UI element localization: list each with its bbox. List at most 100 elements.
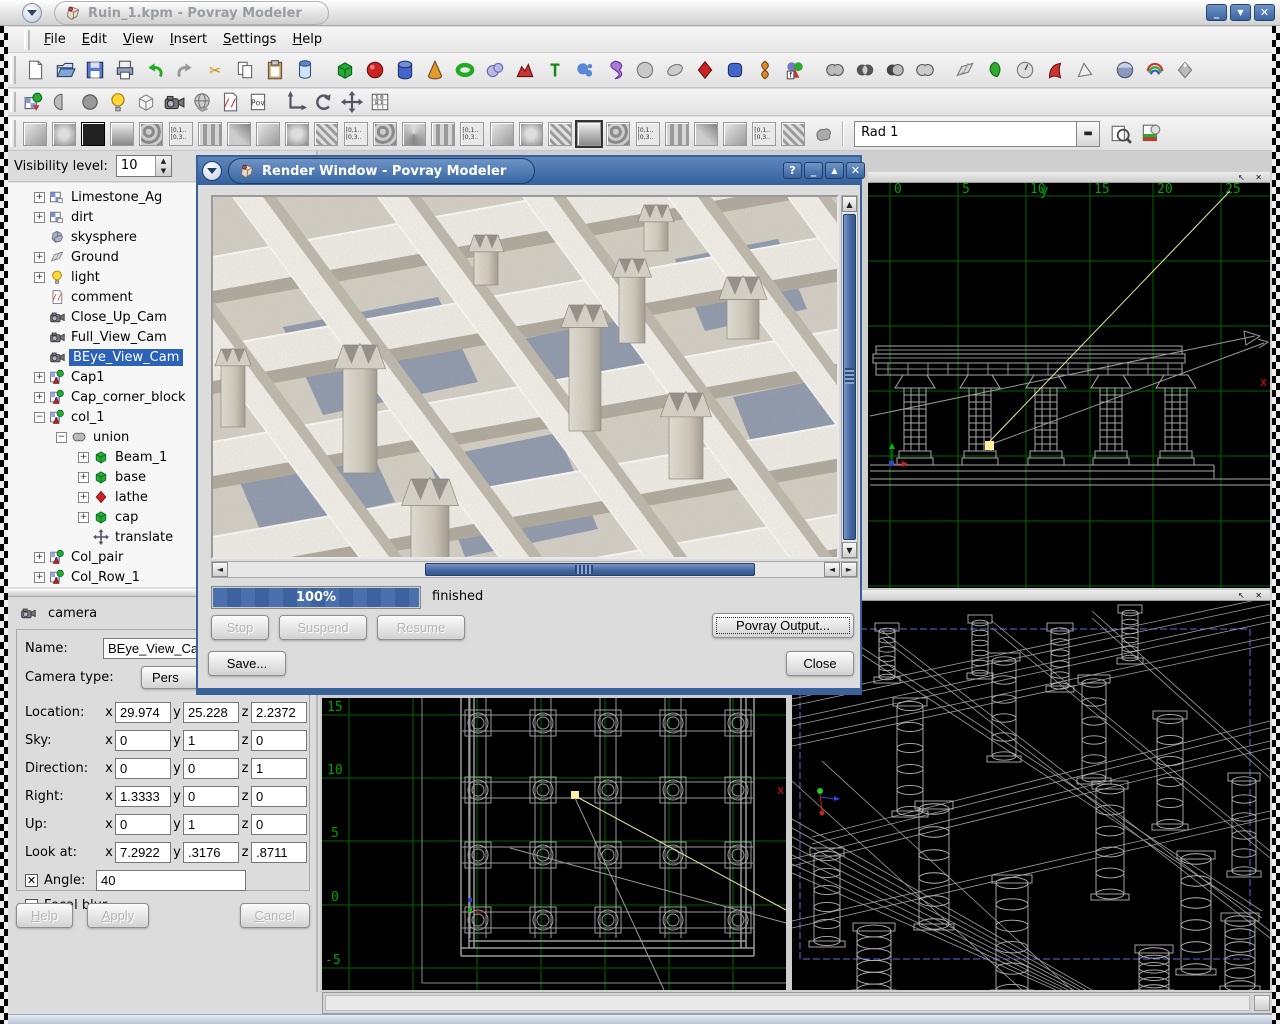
- tree-expander[interactable]: +: [34, 552, 45, 563]
- suspend-button[interactable]: Suspend: [279, 615, 367, 640]
- cone-icon[interactable]: [422, 57, 448, 83]
- Up:x-field[interactable]: [115, 814, 171, 835]
- texture-pattern-25-icon[interactable]: [723, 122, 747, 146]
- tree-expander[interactable]: +: [78, 452, 89, 463]
- spin-arrows[interactable]: ▲▼: [155, 156, 171, 176]
- stop-button[interactable]: Stop: [211, 615, 269, 640]
- render-preview-icon[interactable]: [1108, 121, 1134, 147]
- menu-edit[interactable]: Edit: [74, 29, 115, 50]
- angle-field[interactable]: [96, 870, 246, 891]
- interior-icon[interactable]: [50, 90, 74, 114]
- open-document-icon[interactable]: [52, 57, 78, 83]
- texture-pattern-10-icon[interactable]: [285, 122, 309, 146]
- menu-file[interactable]: File: [36, 29, 74, 50]
- save-button[interactable]: Save...: [208, 651, 286, 676]
- radiosity-combo[interactable]: Rad 1 ▬▼: [854, 121, 1100, 147]
- disc-icon[interactable]: [662, 57, 688, 83]
- tree-expander[interactable]: +: [34, 572, 45, 583]
- texture-pattern-9-icon[interactable]: [256, 122, 280, 146]
- rendered-image[interactable]: [211, 195, 839, 559]
- texture-pattern-5-icon[interactable]: [139, 122, 163, 146]
- superellipsoid-icon[interactable]: [722, 57, 748, 83]
- Direction:z-field[interactable]: [251, 758, 307, 779]
- cancel-button[interactable]: Cancel: [240, 903, 310, 928]
- image-vertical-scrollbar[interactable]: ▲ ▼: [841, 195, 858, 559]
- tree-expander[interactable]: +: [78, 492, 89, 503]
- menu-settings[interactable]: Settings: [215, 29, 284, 50]
- dialog-shade-button[interactable]: ▲: [825, 162, 844, 179]
- save-document-icon[interactable]: [82, 57, 108, 83]
- texture-pattern-19-icon[interactable]: [548, 122, 572, 146]
- views-horizontal-scrollbar[interactable]: [322, 992, 1272, 1014]
- undo-icon[interactable]: [142, 57, 168, 83]
- Up:z-field[interactable]: [251, 814, 307, 835]
- tree-expander[interactable]: +: [34, 392, 45, 403]
- help-button[interactable]: Help: [16, 903, 73, 928]
- visibility-spinbox[interactable]: 10 ▲▼: [116, 155, 172, 177]
- front-view-titlebar[interactable]: ↖ ✕: [868, 172, 1270, 183]
- tree-expander[interactable]: +: [78, 472, 89, 483]
- texture-pattern-13-icon[interactable]: [373, 122, 397, 146]
- dialog-help-button[interactable]: ?: [783, 162, 802, 179]
- Right:z-field[interactable]: [251, 786, 307, 807]
- scrollbar-corner[interactable]: [1254, 995, 1270, 1011]
- Direction:y-field[interactable]: [183, 758, 239, 779]
- triangle-icon[interactable]: [1072, 57, 1098, 83]
- axes-icon[interactable]: [284, 90, 308, 114]
- tree-expander[interactable]: +: [34, 252, 45, 263]
- dialog-minimize-button[interactable]: _: [804, 162, 823, 179]
- camera-view-canvas[interactable]: [792, 601, 1270, 990]
- apply-button[interactable]: Apply: [87, 903, 150, 928]
- cut-icon[interactable]: ✂: [202, 57, 228, 83]
- tree-expander[interactable]: +: [78, 512, 89, 523]
- Location:z-field[interactable]: [251, 702, 307, 723]
- menu-insert[interactable]: Insert: [162, 29, 215, 50]
- Look at:y-field[interactable]: [183, 842, 239, 863]
- prism-icon[interactable]: [692, 57, 718, 83]
- julia-fractal-icon[interactable]: [572, 57, 598, 83]
- texture-pattern-4-icon[interactable]: [110, 122, 134, 146]
- csg-group-icon[interactable]: f: [782, 57, 808, 83]
- close-button[interactable]: Close: [786, 651, 854, 676]
- tree-expander[interactable]: −: [34, 412, 45, 423]
- dialog-titlebar[interactable]: Render Window - Povray Modeler ? _ ▲ ✕: [198, 157, 860, 185]
- texture-pattern-20-icon[interactable]: [577, 122, 601, 146]
- glass-icon[interactable]: [292, 57, 318, 83]
- tree-expander[interactable]: +: [34, 272, 45, 283]
- camera-view-titlebar[interactable]: ↖ ✕: [792, 590, 1270, 601]
- text-icon[interactable]: T: [542, 57, 568, 83]
- texture-pattern-17-icon[interactable]: [490, 122, 514, 146]
- tree-expander[interactable]: +: [34, 372, 45, 383]
- translate-icon[interactable]: [340, 90, 364, 114]
- camera-icon[interactable]: [162, 90, 186, 114]
- light-source-icon[interactable]: [106, 90, 130, 114]
- menu-help[interactable]: Help: [284, 29, 330, 50]
- Right:y-field[interactable]: [183, 786, 239, 807]
- lathe-icon[interactable]: [752, 57, 778, 83]
- rotate-icon[interactable]: [312, 90, 336, 114]
- matrix-icon[interactable]: 1001: [368, 90, 392, 114]
- texture-pattern-15-icon[interactable]: [431, 122, 455, 146]
- render-scene-icon[interactable]: [1138, 121, 1164, 147]
- window-menu-button[interactable]: [22, 3, 42, 23]
- Direction:x-field[interactable]: [115, 758, 171, 779]
- copy-icon[interactable]: [232, 57, 258, 83]
- merge-icon[interactable]: [912, 57, 938, 83]
- dialog-window-menu-button[interactable]: [202, 161, 222, 181]
- sphere-icon[interactable]: [362, 57, 388, 83]
- Location:x-field[interactable]: [115, 702, 171, 723]
- Right:x-field[interactable]: [115, 786, 171, 807]
- dialog-close-button[interactable]: ✕: [846, 162, 865, 179]
- raw-povray-icon[interactable]: Pov: [246, 90, 270, 114]
- Sky:z-field[interactable]: [251, 730, 307, 751]
- texture-pattern-18-icon[interactable]: [519, 122, 543, 146]
- view-control-icons[interactable]: ↖ ✕: [1238, 173, 1266, 182]
- resume-button[interactable]: Resume: [377, 615, 465, 640]
- Up:y-field[interactable]: [183, 814, 239, 835]
- color-map-icon[interactable]: [0,1..[0,3..: [460, 122, 484, 146]
- difference-icon[interactable]: [882, 57, 908, 83]
- image-horizontal-scrollbar[interactable]: ◄ ◄ ►: [211, 561, 858, 578]
- color-map-icon[interactable]: [0,1..[0,3..: [636, 122, 660, 146]
- Sky:y-field[interactable]: [183, 730, 239, 751]
- texture-pattern-21-icon[interactable]: [606, 122, 630, 146]
